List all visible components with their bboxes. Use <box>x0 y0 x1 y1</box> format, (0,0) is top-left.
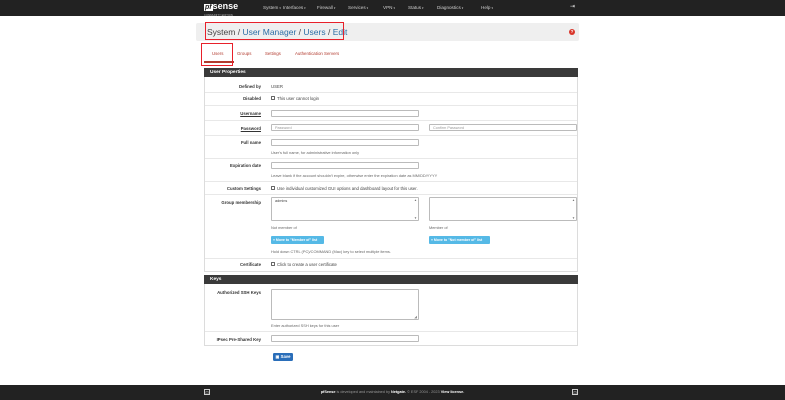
psk-label: IPsec Pre-Shared Key <box>216 337 261 342</box>
username-label: Username <box>240 111 261 116</box>
resize-handle-icon[interactable]: ◢ <box>414 315 417 319</box>
divider <box>205 194 577 195</box>
divider <box>205 158 577 159</box>
custom-settings-text: Use individual customized GUI options an… <box>277 186 418 191</box>
logout-icon[interactable]: ⇥ <box>570 4 577 10</box>
divider <box>205 331 577 332</box>
menu-system[interactable]: System▾ <box>263 5 281 10</box>
group-membership-label: Group membership <box>221 200 261 205</box>
license-link[interactable]: View license. <box>441 390 465 394</box>
username-input[interactable] <box>271 110 419 117</box>
netgate-link[interactable]: Netgate. <box>391 390 406 394</box>
divider <box>205 105 577 106</box>
full-name-input[interactable] <box>271 139 419 146</box>
ssh-keys-label: Authorized SSH Keys <box>217 290 261 295</box>
divider <box>205 135 577 136</box>
scroll-down-icon[interactable]: ▼ <box>572 216 575 220</box>
scroll-up-icon[interactable]: ▲ <box>572 198 575 202</box>
group-help: Hold down CTRL (PC)/COMMAND (Mac) key to… <box>271 249 391 254</box>
divider <box>205 258 577 259</box>
full-name-help: User's full name, for administrative inf… <box>271 150 360 155</box>
expiration-date-label: Expiration date <box>229 163 261 168</box>
tab-groups[interactable]: Groups <box>237 51 251 56</box>
menu-firewall[interactable]: Firewall▾ <box>317 5 335 10</box>
password-label: Password <box>240 126 261 131</box>
tab-authentication-servers[interactable]: Authentication Servers <box>295 51 339 56</box>
divider <box>205 120 577 121</box>
expiration-date-help: Leave blank if the account shouldn't exp… <box>271 173 438 178</box>
scroll-down-icon[interactable]: ▼ <box>414 216 417 220</box>
psk-input[interactable] <box>271 335 419 342</box>
menu-interfaces[interactable]: Interfaces▾ <box>283 5 306 10</box>
footer: ⊡ pfSense is developed and maintained by… <box>0 385 785 400</box>
menu-diagnostics[interactable]: Diagnostics▾ <box>437 5 463 10</box>
certificate-label: Certificate <box>239 262 261 267</box>
help-icon[interactable]: ? <box>569 29 575 35</box>
defined-by-value: USER <box>271 84 283 89</box>
full-name-label: Full name <box>240 140 261 145</box>
menu-help[interactable]: Help▾ <box>481 5 493 10</box>
confirm-password-input[interactable]: Confirm Password <box>429 124 577 131</box>
custom-settings-label: Custom Settings <box>226 186 261 191</box>
menu-status[interactable]: Status▾ <box>408 5 424 10</box>
divider <box>205 92 577 93</box>
not-member-of-list[interactable]: admins ▲ ▼ <box>271 197 419 221</box>
menu-vpn[interactable]: VPN▾ <box>383 5 395 10</box>
footer-right-icon[interactable]: ⊡ <box>572 389 578 395</box>
save-button[interactable]: ▣ Save <box>273 353 293 361</box>
not-member-of-caption: Not member of <box>271 225 297 230</box>
keys-header: Keys <box>204 275 578 284</box>
menu-services[interactable]: Services▾ <box>348 5 368 10</box>
logo-prefix: pf <box>204 4 213 11</box>
divider <box>205 181 577 182</box>
defined-by-label: Defined by <box>239 84 261 89</box>
member-of-list[interactable]: ▲ ▼ <box>429 197 577 221</box>
list-item[interactable]: admins <box>272 198 418 204</box>
ssh-keys-textarea[interactable]: ◢ <box>271 289 419 320</box>
disabled-text: This user cannot login <box>277 96 320 101</box>
certificate-checkbox[interactable] <box>271 262 275 266</box>
user-properties-header: User Properties <box>204 68 578 77</box>
member-of-caption: Member of <box>429 225 448 230</box>
scroll-up-icon[interactable]: ▲ <box>414 198 417 202</box>
pfsense-logo[interactable]: pfsense COMMUNITY EDITION <box>204 1 239 17</box>
certificate-text: Click to create a user certificate <box>277 262 337 267</box>
highlight-box-breadcrumb <box>205 22 344 40</box>
disabled-label: Disabled <box>243 96 261 101</box>
footer-text: pfSense is developed and maintained by N… <box>320 390 465 394</box>
move-to-member-button[interactable]: » Move to "Member of" list <box>271 236 324 244</box>
expiration-date-input[interactable] <box>271 162 419 169</box>
tab-settings[interactable]: Settings <box>265 51 281 56</box>
ssh-keys-help: Enter authorized SSH keys for this user <box>271 323 340 328</box>
custom-settings-checkbox[interactable] <box>271 186 275 190</box>
highlight-box-tab <box>201 43 233 66</box>
password-input[interactable]: Password <box>271 124 419 131</box>
logo-subtitle: COMMUNITY EDITION <box>204 14 233 17</box>
move-to-not-member-button[interactable]: « Move to "Not member of" list <box>429 236 490 244</box>
logo-text: sense <box>212 1 239 11</box>
disabled-checkbox[interactable] <box>271 96 275 100</box>
top-navbar: pfsense COMMUNITY EDITION System▾ Interfa… <box>0 0 785 17</box>
